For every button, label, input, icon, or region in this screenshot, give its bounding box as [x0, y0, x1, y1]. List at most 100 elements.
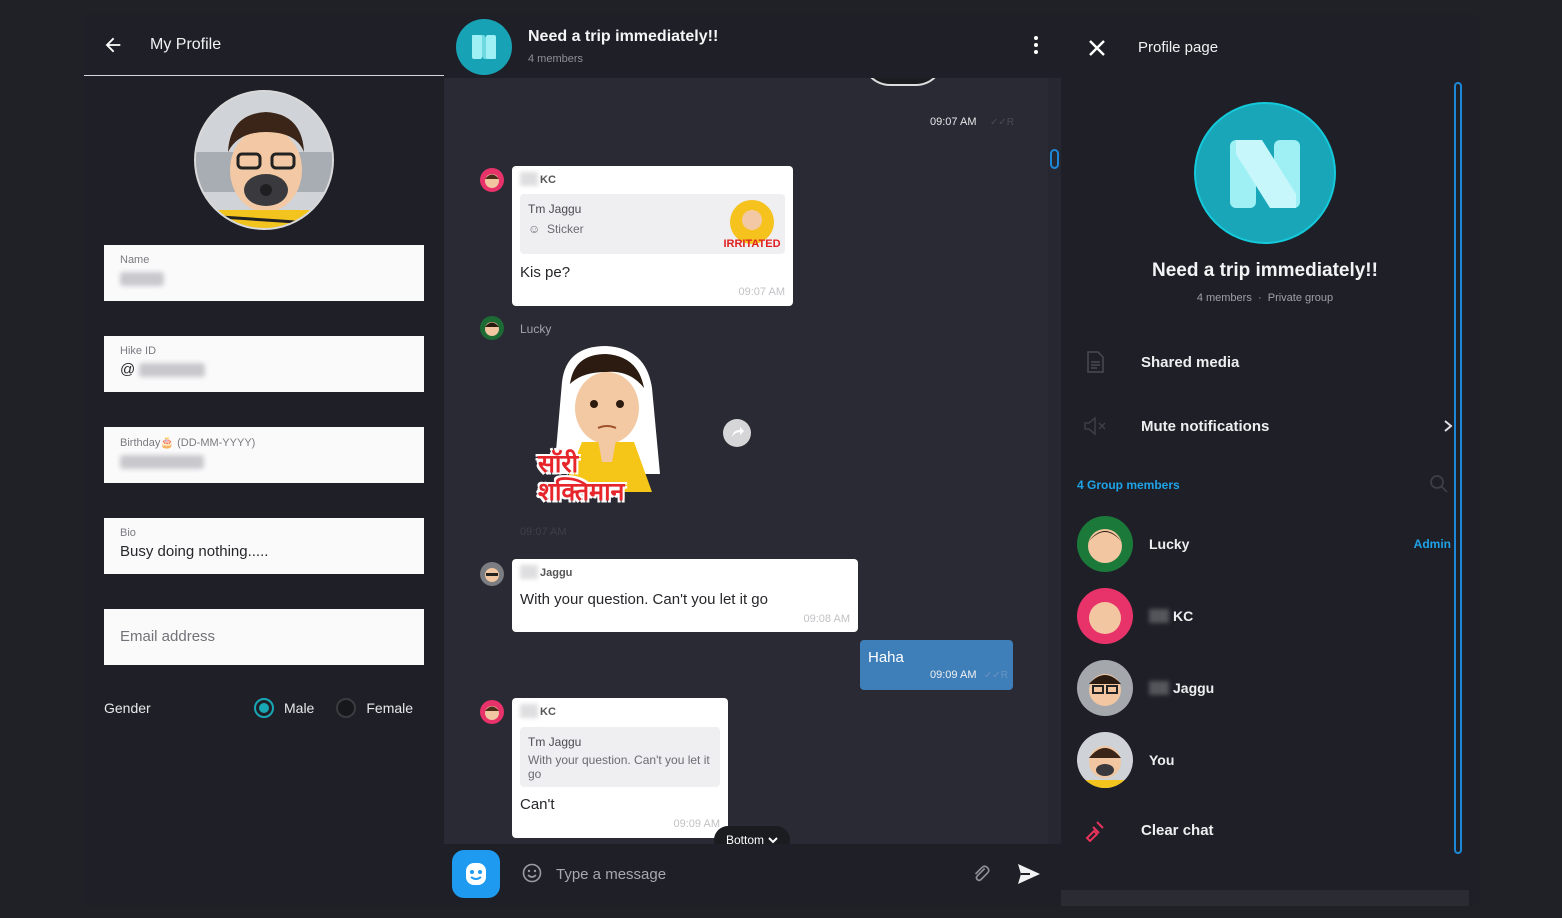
birthday-value-blurred — [120, 455, 204, 470]
group-name: Need a trip immediately!! — [1152, 260, 1378, 281]
my-profile-panel: My Profile Name Hike ID @ Birthday🎂 (DD-… — [84, 14, 444, 906]
sender-name: Lucky — [520, 322, 552, 336]
clear-chat-label: Clear chat — [1141, 821, 1214, 839]
reply-sender: Tm Jaggu — [528, 735, 582, 749]
reply-text: With your question. Can't you let it go — [528, 753, 710, 781]
reply-preview[interactable]: Tm Jaggu With your question. Can't you l… — [520, 727, 720, 787]
avatar[interactable] — [1077, 588, 1133, 644]
message-list[interactable]: 09:07 AM ✓✓R KC Tm Jaggu ☺ Sticker IRRIT… — [444, 78, 1048, 844]
broom-icon — [1085, 821, 1104, 842]
avatar[interactable] — [480, 316, 504, 340]
message-composer — [444, 844, 1061, 906]
read-status: ✓✓R — [984, 670, 1008, 681]
name-field[interactable]: Name — [104, 245, 424, 301]
message-time: 09:07 AM — [738, 286, 785, 298]
message-input[interactable] — [556, 864, 936, 884]
female-label[interactable]: Female — [366, 700, 413, 716]
member-row[interactable]: Lucky Admin — [1077, 516, 1457, 572]
message-time: 09:08 AM — [803, 613, 850, 625]
outgoing-message-bubble[interactable]: Haha 09:09 AM ✓✓R — [860, 640, 1013, 690]
group-members-label: 4 Group members — [1077, 478, 1180, 492]
chat-scrollbar-track[interactable] — [1048, 78, 1061, 844]
birthday-field[interactable]: Birthday🎂 (DD-MM-YYYY) — [104, 427, 424, 483]
sticker-label: IRRITATED — [723, 238, 781, 250]
group-avatar[interactable] — [456, 19, 512, 75]
avatar[interactable] — [480, 168, 504, 192]
clear-chat-row[interactable]: Clear chat — [1077, 810, 1457, 850]
profile-avatar[interactable] — [194, 90, 334, 230]
chat-scrollbar-thumb[interactable] — [1050, 149, 1059, 169]
member-name: Lucky — [1149, 536, 1190, 552]
message-bubble[interactable]: Jaggu With your question. Can't you let … — [512, 559, 858, 632]
birthday-label: Birthday🎂 (DD-MM-YYYY) — [120, 437, 256, 449]
search-icon[interactable] — [1429, 474, 1449, 494]
file-icon — [1087, 351, 1104, 373]
bio-label: Bio — [120, 527, 136, 539]
message-text: With your question. Can't you let it go — [520, 591, 768, 608]
shared-media-row[interactable]: Shared media — [1077, 342, 1457, 382]
female-radio[interactable] — [336, 698, 357, 718]
avatar[interactable] — [480, 700, 504, 724]
close-icon[interactable] — [1087, 38, 1107, 58]
mute-notifications-label: Mute notifications — [1141, 417, 1270, 435]
gender-label: Gender — [104, 700, 151, 716]
sender-name-blurred — [520, 704, 538, 718]
bio-field[interactable]: Bio Busy doing nothing..... — [104, 518, 424, 574]
app-window: My Profile Name Hike ID @ Birthday🎂 (DD-… — [84, 14, 1480, 906]
scroll-bottom-button[interactable]: Bottom — [714, 826, 790, 844]
mute-icon — [1084, 416, 1106, 436]
smile-icon: ☺ — [528, 222, 541, 236]
message-text: Kis pe? — [520, 264, 571, 281]
emoji-icon[interactable] — [522, 863, 542, 883]
sticker-caption: सॉरी शक्तिमान — [538, 450, 625, 506]
forward-icon[interactable] — [723, 419, 751, 447]
admin-badge: Admin — [1413, 537, 1451, 551]
send-icon[interactable] — [1016, 861, 1042, 887]
sender-name-blurred — [520, 172, 538, 186]
reply-preview[interactable]: Tm Jaggu ☺ Sticker IRRITATED — [520, 194, 785, 254]
message-bubble[interactable]: KC Tm Jaggu With your question. Can't yo… — [512, 698, 728, 838]
member-name: You — [1149, 752, 1175, 768]
chat-panel: Need a trip immediately!! 4 members 09:0… — [444, 14, 1061, 906]
hike-id-value-blurred — [139, 363, 206, 378]
back-arrow-icon[interactable] — [102, 34, 124, 56]
sticker-image[interactable]: सॉरी शक्तिमान — [538, 342, 674, 518]
member-row[interactable]: KC — [1077, 588, 1457, 644]
hike-id-prefix: @ — [120, 361, 136, 378]
mute-notifications-row[interactable]: Mute notifications — [1077, 406, 1457, 446]
male-label[interactable]: Male — [284, 700, 314, 716]
gender-row: Gender Male Female — [104, 696, 424, 720]
sticker-button[interactable] — [452, 850, 500, 898]
profile-page-title: Profile page — [1138, 39, 1219, 56]
name-value-blurred — [120, 272, 164, 287]
message-bubble[interactable]: KC Tm Jaggu ☺ Sticker IRRITATED Kis pe? … — [512, 166, 793, 306]
sender-name: KC — [540, 174, 556, 186]
avatar[interactable] — [1077, 516, 1133, 572]
group-avatar-large[interactable] — [1194, 102, 1336, 244]
male-radio[interactable] — [254, 698, 274, 718]
message-time: 09:09 AM — [930, 669, 977, 681]
attach-icon[interactable] — [970, 863, 992, 885]
previous-sticker-partial — [862, 78, 944, 86]
chevron-down-icon — [768, 837, 778, 844]
hike-id-field[interactable]: Hike ID @ — [104, 336, 424, 392]
chat-members-count: 4 members — [528, 53, 584, 65]
name-label: Name — [120, 254, 150, 266]
member-row[interactable]: Jaggu — [1077, 660, 1457, 716]
right-panel-scrollbar[interactable] — [1454, 82, 1462, 854]
member-row[interactable]: You — [1077, 732, 1457, 788]
chat-header[interactable]: Need a trip immediately!! 4 members — [444, 14, 1061, 78]
avatar[interactable] — [1077, 660, 1133, 716]
scroll-bottom-label: Bottom — [725, 833, 764, 844]
sender-name: KC — [540, 706, 556, 718]
bio-value: Busy doing nothing..... — [120, 543, 269, 560]
group-profile-panel: Profile page Need a trip immediately!! 4… — [1061, 14, 1480, 906]
email-field[interactable]: Email address — [104, 609, 424, 665]
sender-name-blurred — [520, 565, 538, 579]
avatar[interactable] — [1077, 732, 1133, 788]
group-type: Private group — [1267, 292, 1334, 304]
kebab-menu-icon[interactable] — [1032, 36, 1040, 56]
panel-bottom-strip — [1061, 890, 1469, 906]
avatar[interactable] — [480, 562, 504, 586]
group-meta: 4 members · Private group — [1196, 292, 1334, 304]
